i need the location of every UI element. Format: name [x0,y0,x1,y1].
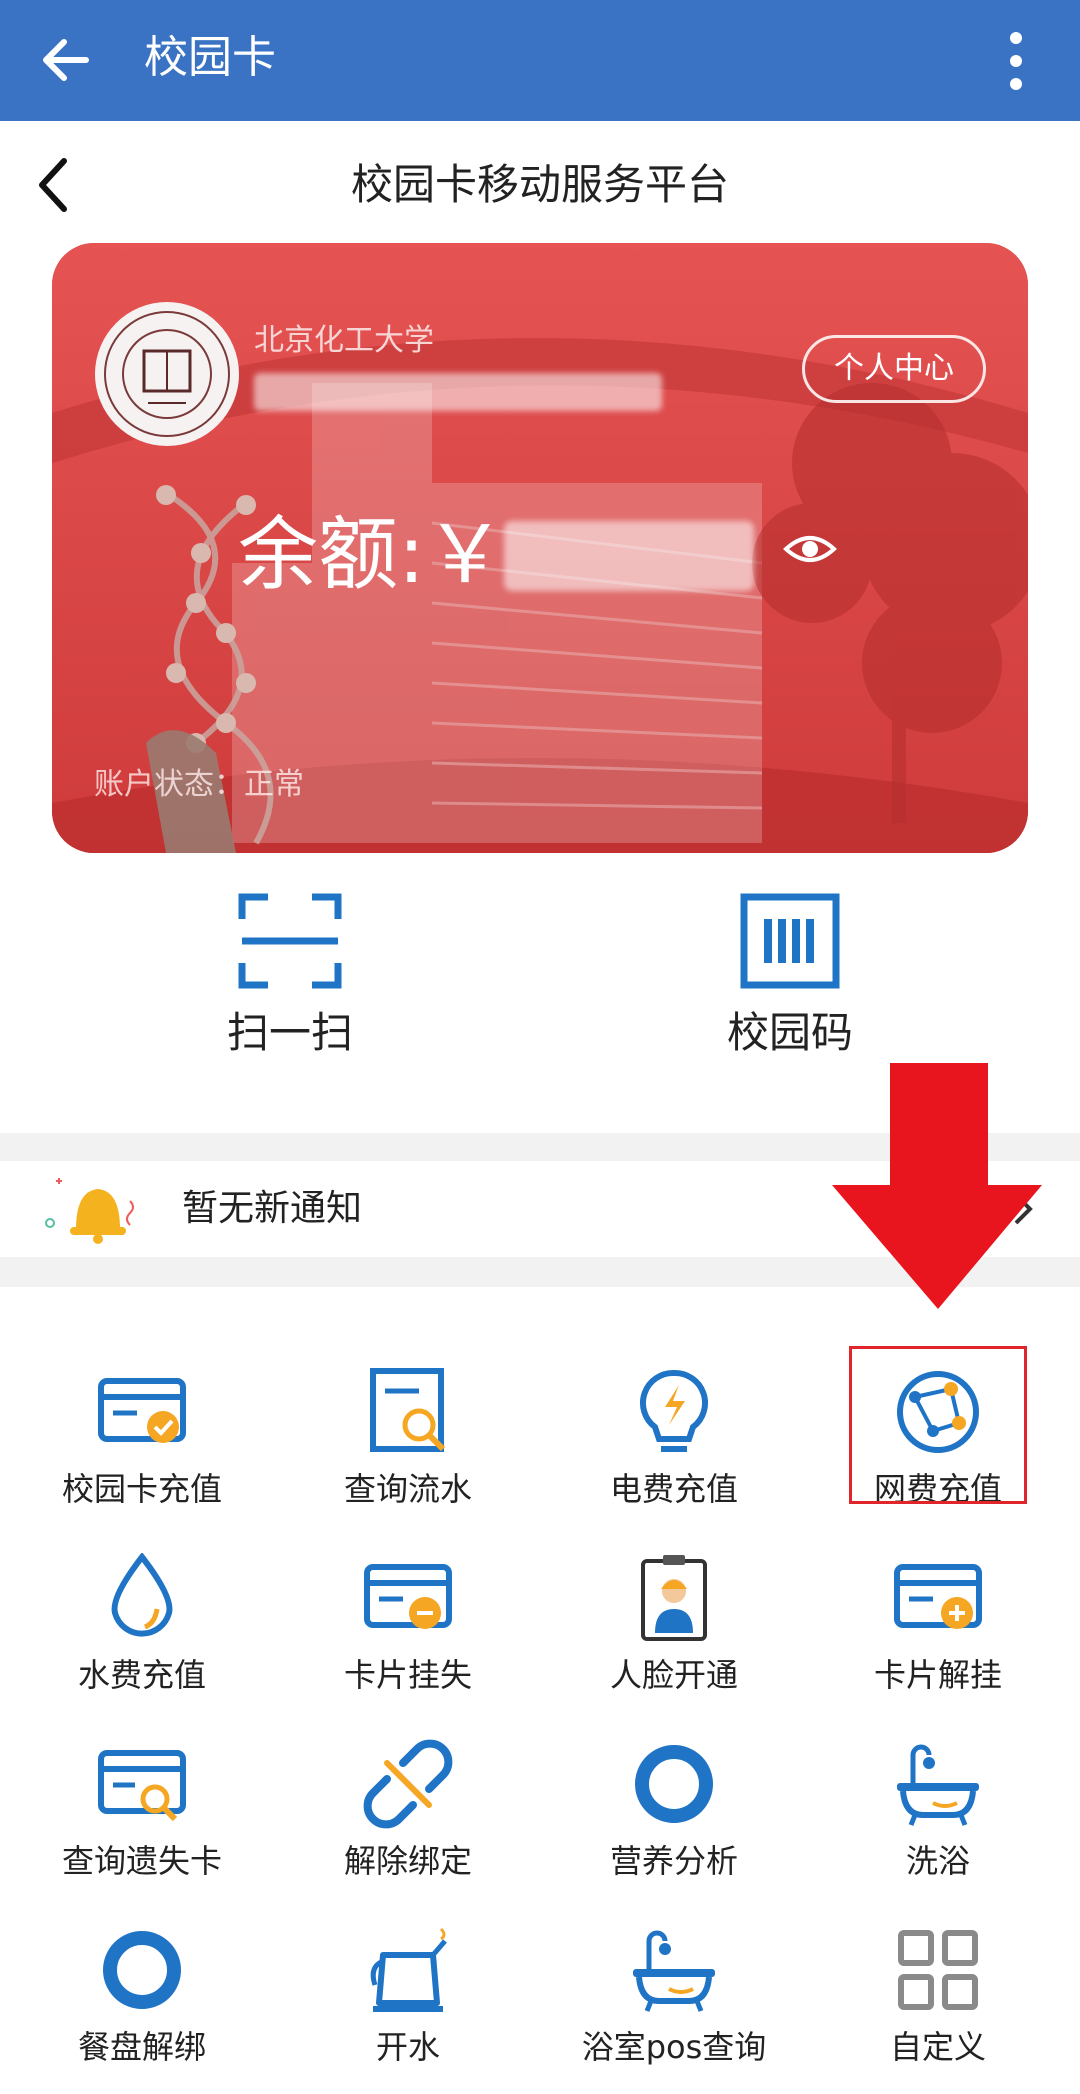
face-id-icon [641,1555,707,1641]
bell-icon [45,1178,134,1244]
more-vertical-icon[interactable] [996,26,1036,96]
water-drop-icon [111,1553,173,1637]
campus-code-label: 校园码 [726,1008,853,1057]
service-label: 解除绑定 [343,1842,472,1880]
bathtub-icon [897,1744,979,1826]
service-card-lost[interactable]: 卡片挂失 [278,1553,538,1725]
redacted-balance [504,521,754,591]
service-unbind[interactable]: 解除绑定 [278,1739,538,1911]
service-bath[interactable]: 洗浴 [808,1739,1068,1911]
eye-icon[interactable] [782,521,838,577]
service-label: 查询遗失卡 [61,1842,222,1880]
service-nutrition-analysis[interactable]: 营养分析 [544,1739,804,1911]
card-lost-icon [364,1564,452,1629]
service-bath-pos-query[interactable]: 浴室pos查询 [544,1925,804,2094]
service-card-unlock[interactable]: 卡片解挂 [808,1553,1068,1725]
service-water-recharge[interactable]: 水费充值 [12,1553,272,1725]
service-tray-unbind[interactable]: 餐盘解绑 [12,1925,272,2094]
service-label: 洗浴 [905,1842,970,1880]
scan-icon [238,893,342,989]
service-label: 浴室pos查询 [581,2028,767,2066]
kettle-icon [370,1927,447,2012]
service-label: 查询流水 [343,1470,472,1508]
barcode-icon [740,893,840,989]
account-status: 账户状态：正常 [94,767,304,802]
service-label: 电费充值 [609,1470,738,1508]
app-title: 校园卡 [144,32,276,83]
school-name: 北京化工大学 [254,323,434,358]
query-transactions-icon [370,1368,446,1452]
ring-icon [103,1931,181,2009]
service-electricity-recharge[interactable]: 电费充值 [544,1367,804,1539]
personal-center-button[interactable]: 个人中心 [802,335,986,403]
service-label: 卡片解挂 [873,1656,1002,1694]
unbind-icon [363,1739,453,1829]
red-arrow-icon [832,1063,1042,1309]
card-unlock-icon [894,1564,982,1629]
scan-label: 扫一扫 [226,1008,353,1057]
page-title: 校园卡移动服务平台 [350,160,729,209]
service-label: 人脸开通 [609,1656,738,1694]
service-label: 自定义 [889,2028,986,2066]
redacted-name [254,373,662,411]
balance-label: 余额:￥ [238,508,505,601]
card-recharge-icon [98,1378,186,1443]
university-logo-icon [95,302,239,446]
service-label: 水费充值 [77,1656,206,1694]
service-label: 餐盘解绑 [77,2028,206,2066]
service-query-transactions[interactable]: 查询流水 [278,1367,538,1539]
service-label: 卡片挂失 [343,1656,472,1694]
service-hot-water[interactable]: 开水 [278,1925,538,2094]
arrow-left-icon[interactable] [36,28,100,92]
service-label: 营养分析 [609,1842,738,1880]
service-customize[interactable]: 自定义 [808,1925,1068,2094]
notice-text: 暂无新通知 [182,1188,363,1229]
page-header: 校园卡移动服务平台 [0,121,1080,243]
bathtub-icon [633,1930,715,2012]
electricity-icon [639,1369,709,1452]
grid-icon [898,1930,978,2010]
ring-icon [635,1745,713,1823]
service-lost-card-search[interactable]: 查询遗失卡 [12,1739,272,1911]
service-label: 开水 [375,2028,440,2066]
service-campus-card-recharge[interactable]: 校园卡充值 [12,1367,272,1539]
app-bar: 校园卡 [0,0,1080,121]
campus-card: 北京化工大学 个人中心 余额:￥ 账户状态：正常 [52,243,1028,853]
lost-card-search-icon [98,1750,186,1822]
campus-code-button[interactable]: 校园码 [680,893,900,1060]
service-face-activation[interactable]: 人脸开通 [544,1553,804,1725]
service-label: 校园卡充值 [61,1470,222,1508]
scan-button[interactable]: 扫一扫 [180,893,400,1060]
highlight-box [849,1346,1027,1504]
